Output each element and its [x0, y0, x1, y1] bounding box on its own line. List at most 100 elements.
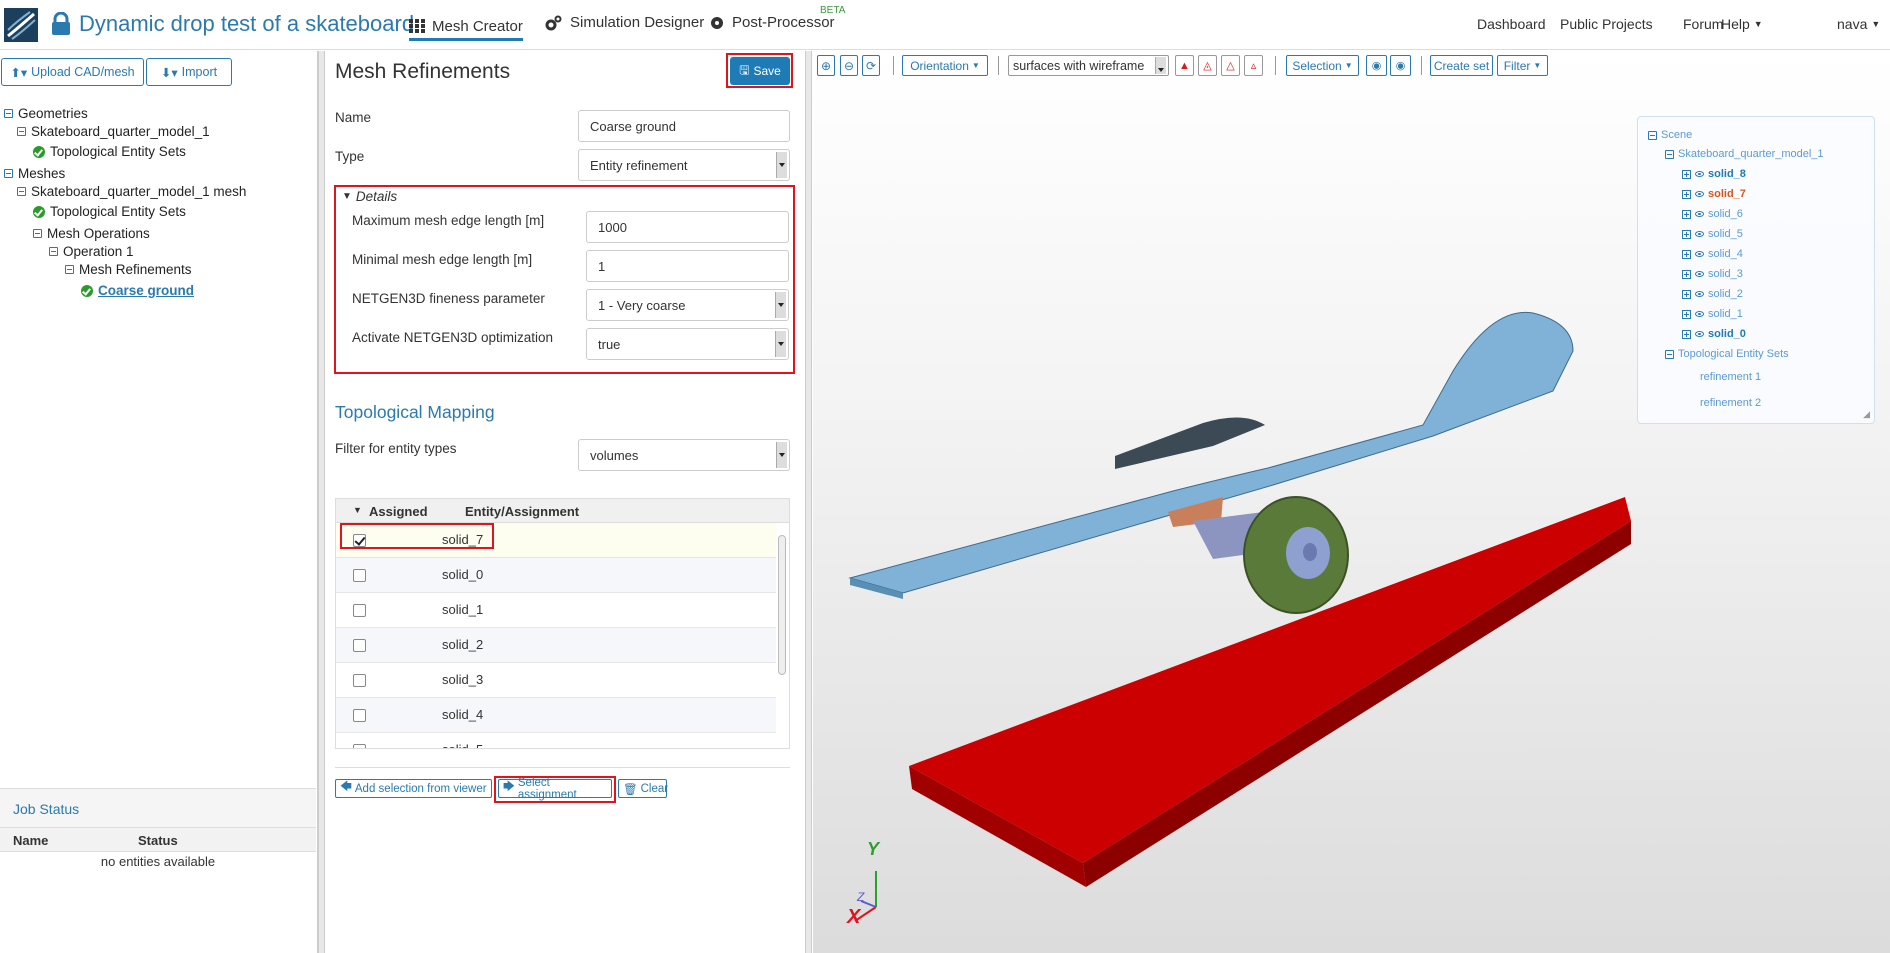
zoom-out-button[interactable]: ⊖	[840, 55, 858, 76]
collapse-icon[interactable]	[1665, 349, 1674, 359]
nav-help[interactable]: Help ▼	[1721, 16, 1763, 32]
scene-solid[interactable]: solid_8	[1682, 168, 1746, 180]
expand-icon[interactable]	[1682, 289, 1691, 299]
scene-model[interactable]: Skateboard_quarter_model_1	[1665, 148, 1824, 160]
details-toggle[interactable]: ▼ Details	[342, 189, 397, 204]
save-button[interactable]: 🖫 Save	[730, 57, 790, 85]
tree-geom-tes[interactable]: Topological Entity Sets	[33, 144, 186, 159]
scene-solid[interactable]: solid_3	[1682, 268, 1743, 280]
type-select[interactable]: Entity refinement	[578, 149, 790, 181]
tree-mesh-model[interactable]: Skateboard_quarter_model_1 mesh	[17, 184, 246, 199]
tab-mesh-creator[interactable]: Mesh Creator	[409, 14, 523, 41]
optimization-select[interactable]: true	[586, 328, 789, 360]
tree-mesh-tes[interactable]: Topological Entity Sets	[33, 204, 186, 219]
row-checkbox[interactable]	[353, 674, 366, 687]
scene-tes[interactable]: Topological Entity Sets	[1665, 348, 1789, 360]
resize-handle-icon[interactable]: ◢	[1863, 409, 1870, 420]
expand-icon[interactable]	[1682, 189, 1691, 199]
min-edge-input[interactable]: 1	[586, 250, 789, 282]
fineness-select[interactable]: 1 - Very coarse	[586, 289, 789, 321]
tree-geometries[interactable]: Geometries	[4, 106, 88, 121]
splitter-right[interactable]	[805, 51, 812, 953]
add-selection-button[interactable]: 🡄 Add selection from viewer	[335, 779, 492, 798]
expand-icon[interactable]	[1682, 229, 1691, 239]
show-button[interactable]: ◉	[1390, 55, 1411, 76]
collapse-icon[interactable]	[17, 187, 26, 196]
scene-set[interactable]: refinement 1	[1700, 371, 1761, 383]
nav-forum[interactable]: Forum	[1683, 16, 1723, 32]
expand-icon[interactable]	[1682, 249, 1691, 259]
collapse-icon[interactable]	[17, 127, 26, 136]
filter-dropdown[interactable]: Filter ▼	[1497, 55, 1548, 76]
row-checkbox[interactable]	[353, 709, 366, 722]
row-checkbox[interactable]	[353, 639, 366, 652]
scene-root[interactable]: Scene	[1648, 129, 1692, 141]
eye-icon[interactable]	[1695, 211, 1704, 217]
tree-coarse-ground[interactable]: Coarse ground	[81, 283, 194, 298]
selection-dropdown[interactable]: Selection ▼	[1286, 55, 1359, 76]
tree-mesh-refinements[interactable]: Mesh Refinements	[65, 262, 192, 277]
tree-meshes[interactable]: Meshes	[4, 166, 65, 181]
collapse-icon[interactable]	[33, 229, 42, 238]
collapse-icon[interactable]	[1648, 130, 1657, 140]
tree-mesh-operations[interactable]: Mesh Operations	[33, 226, 150, 241]
eye-icon[interactable]	[1695, 231, 1704, 237]
eye-icon[interactable]	[1695, 291, 1704, 297]
scene-solid[interactable]: solid_6	[1682, 208, 1743, 220]
expand-icon[interactable]	[1682, 269, 1691, 279]
collapse-icon[interactable]	[4, 109, 13, 118]
scene-solid[interactable]: solid_0	[1682, 328, 1746, 340]
splitter-left[interactable]	[318, 51, 325, 953]
table-row[interactable]: solid_3	[336, 663, 776, 698]
import-button[interactable]: ⬇▾ Import	[146, 58, 232, 86]
table-row[interactable]: solid_5	[336, 733, 776, 748]
scene-solid[interactable]: solid_1	[1682, 308, 1743, 320]
refresh-button[interactable]: ⟳	[862, 55, 880, 76]
eye-icon[interactable]	[1695, 331, 1704, 337]
collapse-icon[interactable]	[65, 265, 74, 274]
tree-geom-model[interactable]: Skateboard_quarter_model_1	[17, 124, 210, 139]
table-row[interactable]: solid_2	[336, 628, 776, 663]
view-mode-wire-button[interactable]: ◬	[1198, 55, 1217, 76]
expand-icon[interactable]	[1682, 169, 1691, 179]
table-row[interactable]: solid_4	[336, 698, 776, 733]
col-assigned[interactable]: Assigned	[369, 504, 428, 519]
view-mode-points-button[interactable]: △	[1221, 55, 1240, 76]
row-checkbox[interactable]	[353, 604, 366, 617]
max-edge-input[interactable]: 1000	[586, 211, 789, 243]
sort-triangle-icon[interactable]: ▼	[353, 505, 362, 515]
tab-simulation-designer[interactable]: Simulation Designer	[545, 14, 704, 31]
user-menu[interactable]: nava ▼	[1837, 16, 1880, 32]
table-scrollbar[interactable]	[778, 535, 786, 675]
nav-public-projects[interactable]: Public Projects	[1560, 16, 1653, 32]
tab-post-processor[interactable]: Post-Processor	[709, 14, 835, 31]
eye-icon[interactable]	[1695, 251, 1704, 257]
tree-operation-1[interactable]: Operation 1	[49, 244, 134, 259]
orientation-dropdown[interactable]: Orientation ▼	[902, 55, 988, 76]
scene-solid[interactable]: solid_2	[1682, 288, 1743, 300]
collapse-icon[interactable]	[1665, 149, 1674, 159]
create-set-button[interactable]: Create set	[1430, 55, 1493, 76]
hide-button[interactable]: ◉	[1366, 55, 1387, 76]
scene-set[interactable]: refinement 2	[1700, 397, 1761, 409]
nav-dashboard[interactable]: Dashboard	[1477, 16, 1546, 32]
expand-icon[interactable]	[1682, 209, 1691, 219]
entity-filter-select[interactable]: volumes	[578, 439, 790, 471]
eye-icon[interactable]	[1695, 311, 1704, 317]
row-checkbox[interactable]	[353, 569, 366, 582]
eye-icon[interactable]	[1695, 271, 1704, 277]
eye-icon[interactable]	[1695, 191, 1704, 197]
row-checkbox[interactable]	[353, 744, 366, 748]
name-input[interactable]: Coarse ground	[578, 110, 790, 142]
view-mode-edges-button[interactable]: ▵	[1244, 55, 1263, 76]
select-assignment-button[interactable]: 🡆 Select assignment	[498, 777, 612, 801]
scene-solid[interactable]: solid_4	[1682, 248, 1743, 260]
clear-button[interactable]: 🗑 Clear	[618, 779, 668, 798]
scene-solid[interactable]: solid_5	[1682, 228, 1743, 240]
zoom-in-button[interactable]: ⊕	[817, 55, 835, 76]
view-mode-solid-button[interactable]: ▲	[1175, 55, 1194, 76]
collapse-icon[interactable]	[4, 169, 13, 178]
table-row[interactable]: solid_1	[336, 593, 776, 628]
col-entity[interactable]: Entity/Assignment	[465, 504, 579, 519]
eye-icon[interactable]	[1695, 171, 1704, 177]
